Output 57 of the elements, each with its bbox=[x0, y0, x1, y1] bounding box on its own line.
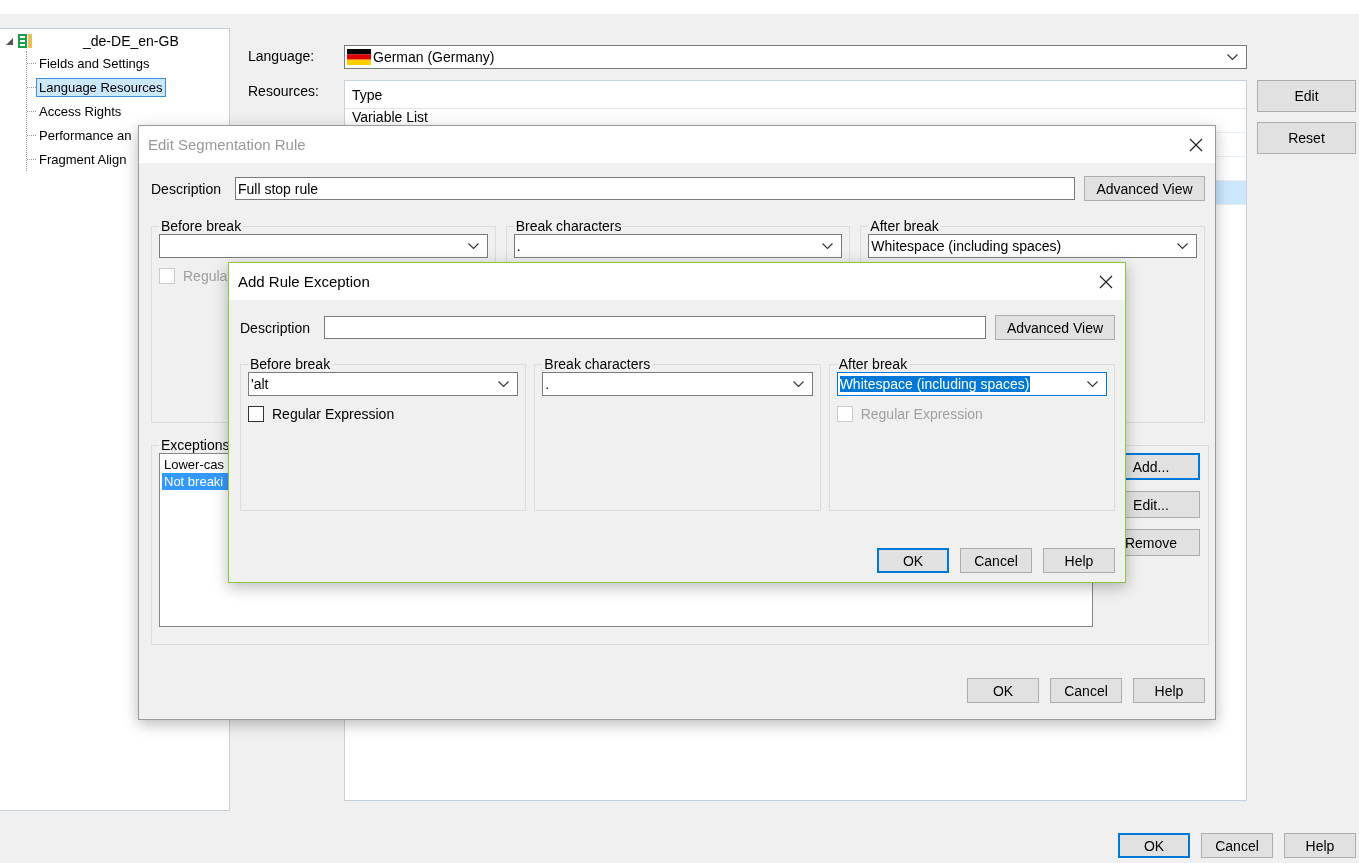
chevron-down-icon bbox=[1177, 243, 1188, 249]
expanded-arrow-icon[interactable] bbox=[6, 37, 13, 45]
description-label: Description bbox=[151, 180, 223, 197]
tree-item[interactable]: Fields and Settings bbox=[36, 53, 153, 73]
dialog-button[interactable]: Help bbox=[1043, 548, 1115, 573]
group-label: Break characters bbox=[514, 218, 623, 234]
tree-item[interactable]: Performance an bbox=[36, 125, 135, 145]
group-label: Exceptions bbox=[160, 437, 231, 453]
window-button[interactable]: OK bbox=[1118, 833, 1190, 858]
side-button[interactable]: Edit bbox=[1257, 80, 1356, 112]
dropdown[interactable]: . bbox=[513, 234, 843, 258]
tree-item[interactable]: Access Rights bbox=[36, 101, 125, 121]
group-label: Before break bbox=[249, 356, 332, 372]
checkbox-label: Regula bbox=[183, 268, 228, 284]
dialog-button[interactable]: OK bbox=[967, 678, 1039, 703]
tree-item[interactable]: _de-DE_en-GB bbox=[83, 33, 179, 49]
checkbox-label: Regular Expression bbox=[860, 406, 983, 422]
dialog-button[interactable]: Cancel bbox=[1050, 678, 1122, 703]
database-icon bbox=[17, 33, 33, 49]
close-icon[interactable] bbox=[1189, 137, 1203, 152]
flag-icon bbox=[347, 49, 371, 65]
group-label: Break characters bbox=[543, 356, 652, 372]
language-label: Language: bbox=[248, 47, 316, 64]
dialog-button[interactable]: OK bbox=[877, 548, 949, 573]
resources-label: Resources: bbox=[248, 82, 320, 99]
side-button[interactable]: Reset bbox=[1257, 122, 1356, 154]
group-label: After break bbox=[869, 218, 940, 234]
chevron-down-icon bbox=[792, 381, 804, 387]
chevron-down-icon bbox=[467, 243, 479, 249]
description-field[interactable] bbox=[324, 316, 986, 339]
language-dropdown[interactable]: German (Germany) bbox=[344, 45, 1247, 69]
description-label: Description bbox=[240, 319, 312, 336]
dropdown[interactable]: Whitespace (including spaces) bbox=[836, 372, 1107, 396]
chevron-down-icon bbox=[1087, 381, 1098, 387]
checkbox[interactable] bbox=[248, 406, 264, 422]
chevron-down-icon bbox=[498, 381, 510, 387]
tree-item[interactable]: Language Resources bbox=[36, 77, 166, 97]
description-field[interactable]: Full stop rule bbox=[235, 177, 1075, 200]
dropdown[interactable] bbox=[159, 234, 488, 258]
dropdown[interactable]: Whitespace (including spaces) bbox=[868, 234, 1197, 258]
group-label: After break bbox=[837, 356, 909, 372]
dropdown[interactable]: . bbox=[542, 372, 813, 396]
tree-item[interactable]: Fragment Align bbox=[36, 149, 130, 169]
dialog-button[interactable]: Help bbox=[1133, 678, 1205, 703]
dropdown[interactable]: 'alt bbox=[248, 372, 519, 396]
window-button[interactable]: Cancel bbox=[1201, 833, 1273, 858]
dialog-title: Edit Segmentation Rule bbox=[148, 136, 306, 153]
checkbox-label: Regular Expression bbox=[272, 406, 395, 422]
advanced-view-button[interactable]: Advanced View bbox=[995, 315, 1115, 340]
chevron-down-icon bbox=[1227, 54, 1238, 60]
group-label: Before break bbox=[160, 218, 243, 234]
window-button[interactable]: Help bbox=[1284, 833, 1356, 858]
dialog-title: Add Rule Exception bbox=[238, 273, 370, 290]
chevron-down-icon bbox=[822, 243, 834, 249]
dialog-button[interactable]: Cancel bbox=[960, 548, 1032, 573]
close-icon[interactable] bbox=[1099, 274, 1113, 289]
advanced-view-button[interactable]: Advanced View bbox=[1084, 176, 1205, 201]
